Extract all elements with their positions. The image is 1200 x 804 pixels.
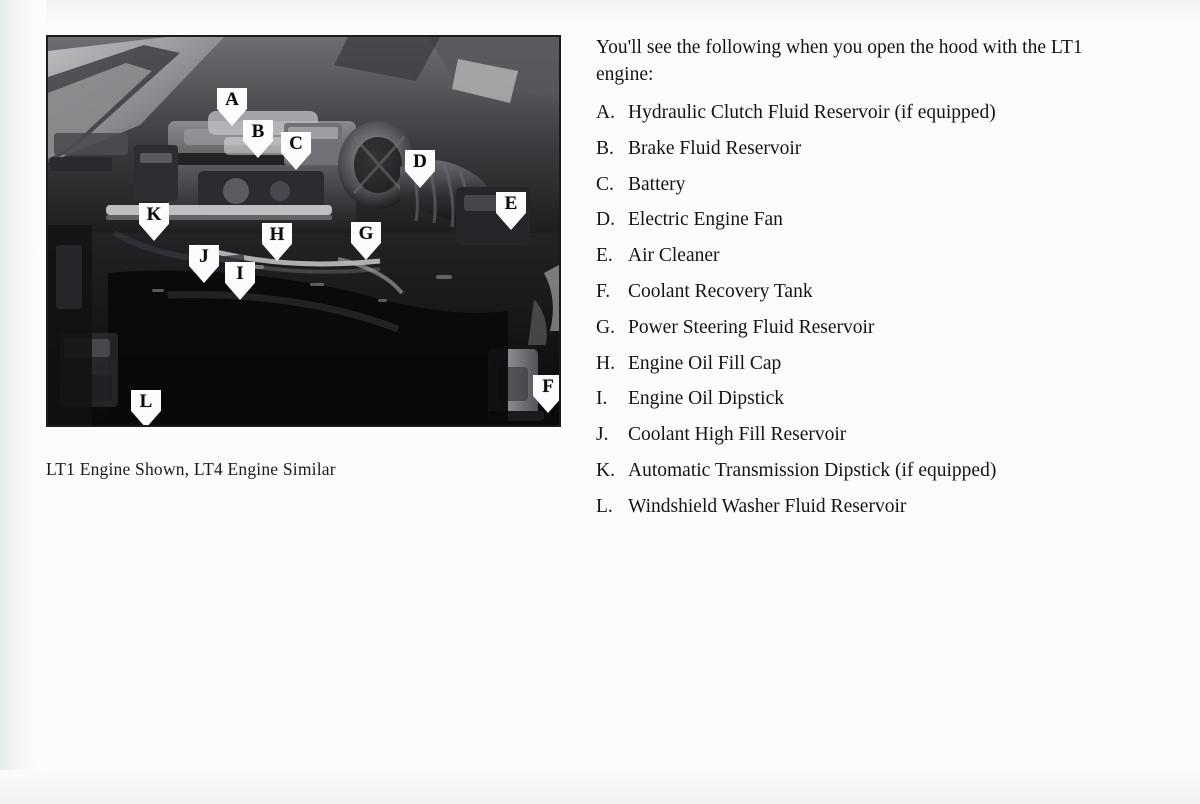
engine-bay-illustration: [48, 37, 559, 425]
list-item-label: Windshield Washer Fluid Reservoir: [628, 495, 907, 517]
list-item-marker: B.: [596, 137, 614, 159]
intro-paragraph: You'll see the following when you open t…: [596, 37, 1083, 85]
list-item: H. Engine Oil Fill Cap: [596, 353, 1096, 389]
engine-figure: A B C D E F G H I J K L LT1 Engine Shown…: [46, 35, 561, 479]
list-item: E. Air Cleaner: [596, 245, 1096, 281]
list-item-marker: F.: [596, 280, 611, 302]
list-item-label: Brake Fluid Reservoir: [628, 137, 802, 159]
list-item: L. Windshield Washer Fluid Reservoir: [596, 496, 1096, 532]
list-item: I. Engine Oil Dipstick: [596, 388, 1096, 424]
list-item: F. Coolant Recovery Tank: [596, 281, 1096, 317]
list-item-label: Battery: [628, 173, 686, 195]
list-item: C. Battery: [596, 174, 1096, 210]
list-item: J. Coolant High Fill Reservoir: [596, 424, 1096, 460]
list-item: A. Hydraulic Clutch Fluid Reservoir (if …: [596, 102, 1096, 138]
list-item-marker: L.: [596, 495, 613, 517]
list-item-label: Coolant Recovery Tank: [628, 280, 813, 302]
list-item-marker: H.: [596, 352, 615, 374]
scan-edge-shadow-top: [0, 0, 1200, 26]
list-item-marker: K.: [596, 459, 615, 481]
manual-page: A B C D E F G H I J K L LT1 Engine Shown…: [0, 0, 1200, 804]
engine-compartment-photo: A B C D E F G H I J K L: [46, 35, 561, 427]
scan-edge-shadow-left: [0, 0, 46, 804]
list-item-marker: A.: [596, 102, 615, 123]
list-item: B. Brake Fluid Reservoir: [596, 138, 1096, 174]
list-item-label: Automatic Transmission Dipstick (if equi…: [628, 459, 997, 481]
list-item-marker: I.: [596, 388, 608, 410]
body-text-column: You'll see the following when you open t…: [596, 34, 1096, 532]
list-item-label: Air Cleaner: [628, 245, 720, 267]
list-item-marker: J.: [596, 424, 609, 446]
figure-caption: LT1 Engine Shown, LT4 Engine Similar: [46, 459, 336, 479]
list-item-label: Power Steering Fluid Reservoir: [628, 316, 875, 338]
list-item-marker: C.: [596, 173, 614, 195]
page-footer: 6-8 Information Provided by DEALER E-PRO…: [0, 714, 1200, 804]
list-item-label: Engine Oil Fill Cap: [628, 352, 782, 374]
list-item-label: Electric Engine Fan: [628, 209, 783, 231]
list-item: D. Electric Engine Fan: [596, 209, 1096, 245]
list-item-label: Coolant High Fill Reservoir: [628, 424, 847, 446]
list-item-label: Engine Oil Dipstick: [628, 388, 784, 410]
list-item-marker: D.: [596, 209, 615, 231]
list-item-label: Hydraulic Clutch Fluid Reservoir (if equ…: [628, 102, 996, 123]
list-item-marker: G.: [596, 316, 615, 338]
list-item-marker: E.: [596, 245, 613, 267]
component-list: A. Hydraulic Clutch Fluid Reservoir (if …: [596, 102, 1096, 532]
list-item: G. Power Steering Fluid Reservoir: [596, 317, 1096, 353]
list-item: K. Automatic Transmission Dipstick (if e…: [596, 460, 1096, 496]
